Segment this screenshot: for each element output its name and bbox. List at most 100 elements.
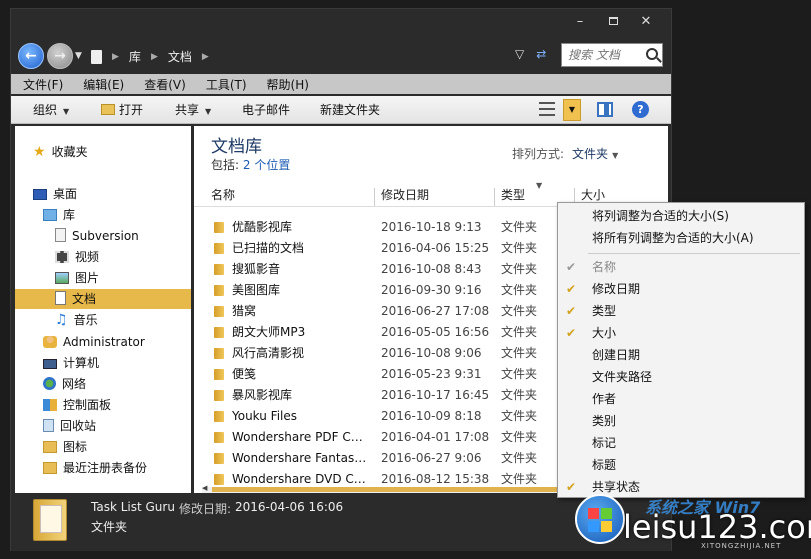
- breadcrumb-separator-icon[interactable]: ▶: [112, 47, 119, 67]
- open-label: 打开: [119, 103, 144, 117]
- file-date: 2016-06-27 9:06: [381, 451, 482, 465]
- nav-label: 图标: [63, 440, 88, 454]
- nav-label: Administrator: [63, 335, 145, 349]
- menu-help[interactable]: 帮助(H): [267, 76, 309, 93]
- view-details-icon[interactable]: [539, 102, 555, 116]
- menu-item-share-status[interactable]: ✔ 共享状态: [558, 476, 804, 498]
- view-options-dropdown[interactable]: ▼: [563, 99, 581, 121]
- file-type: 文件夹: [501, 325, 538, 339]
- menu-item-author[interactable]: 作者: [558, 388, 804, 410]
- history-dropdown-icon[interactable]: ▼: [75, 51, 82, 61]
- nav-subversion[interactable]: Subversion: [15, 226, 191, 246]
- nav-computer[interactable]: 计算机: [15, 353, 191, 373]
- scroll-left-icon[interactable]: ◀: [202, 484, 207, 492]
- checkmark-icon: ✔: [566, 326, 577, 340]
- search-icon[interactable]: [646, 48, 658, 60]
- forward-button[interactable]: →: [47, 43, 73, 69]
- menu-item-label: 将列调整为合适的大小(S): [592, 209, 729, 223]
- details-date-label: 修改日期:: [179, 502, 232, 516]
- address-dropdown-icon[interactable]: ▽: [515, 47, 524, 61]
- column-divider[interactable]: [494, 188, 495, 206]
- file-name: Wondershare DVD Crea...: [232, 472, 370, 486]
- menu-item-label: 将所有列调整为合适的大小(A): [592, 231, 754, 245]
- breadcrumb[interactable]: ▶ 库 ▶ 文档 ▶: [91, 47, 209, 67]
- nav-label: 收藏夹: [51, 145, 88, 159]
- folder-icon: [214, 264, 224, 275]
- menu-item-title[interactable]: 标题: [558, 454, 804, 476]
- library-title: 文档库: [211, 137, 262, 157]
- title-bar[interactable]: – ✕: [11, 9, 671, 37]
- library-locations-link[interactable]: 2 个位置: [243, 158, 290, 172]
- menu-item-folder-path[interactable]: 文件夹路径: [558, 366, 804, 388]
- menu-item-created-date[interactable]: 创建日期: [558, 344, 804, 366]
- nav-videos[interactable]: 视频: [15, 247, 191, 267]
- checkmark-icon: ✔: [566, 282, 577, 296]
- nav-control-panel[interactable]: 控制面板: [15, 395, 191, 415]
- column-header-name[interactable]: 名称: [211, 183, 235, 207]
- maximize-button[interactable]: [600, 13, 626, 31]
- new-folder-button[interactable]: 新建文件夹: [320, 96, 380, 124]
- menu-view[interactable]: 查看(V): [144, 76, 186, 93]
- menu-item-fit-all-columns[interactable]: 将所有列调整为合适的大小(A): [558, 227, 804, 249]
- nav-network[interactable]: 网络: [15, 374, 191, 394]
- nav-desktop[interactable]: 桌面: [15, 184, 191, 204]
- menu-item-tags[interactable]: 标记: [558, 432, 804, 454]
- breadcrumb-separator-icon[interactable]: ▶: [202, 47, 209, 67]
- nav-administrator[interactable]: Administrator: [15, 332, 191, 352]
- close-button[interactable]: ✕: [633, 13, 659, 31]
- back-button[interactable]: ←: [18, 43, 44, 69]
- folder-icon: [214, 369, 224, 380]
- nav-label: 音乐: [73, 313, 98, 327]
- arrange-by[interactable]: 排列方式: 文件夹 ▼: [512, 145, 618, 162]
- music-icon: ♫: [55, 312, 68, 328]
- breadcrumb-item-library[interactable]: 库: [129, 47, 141, 67]
- file-type: 文件夹: [501, 346, 538, 360]
- email-label: 电子邮件: [242, 103, 291, 117]
- help-icon[interactable]: ?: [632, 101, 649, 118]
- menu-item-type[interactable]: ✔ 类型: [558, 300, 804, 322]
- watermark-small-text: XITONGZHIJIA.NET: [701, 542, 782, 550]
- column-header-type[interactable]: 类型: [501, 183, 525, 207]
- nav-documents[interactable]: 文档: [15, 289, 191, 309]
- column-divider[interactable]: [374, 188, 375, 206]
- refresh-icon[interactable]: ⇄: [536, 47, 546, 61]
- column-header-date[interactable]: 修改日期: [381, 183, 429, 207]
- nav-recycle-bin[interactable]: 回收站: [15, 416, 191, 436]
- column-context-menu: 将列调整为合适的大小(S) 将所有列调整为合适的大小(A) ✔ 名称 ✔ 修改日期 …: [557, 202, 805, 498]
- search-box[interactable]: [561, 43, 663, 67]
- nav-library[interactable]: 库: [15, 205, 191, 225]
- menu-item-label: 大小: [592, 326, 617, 340]
- menu-item-fit-column[interactable]: 将列调整为合适的大小(S): [558, 205, 804, 227]
- nav-pictures[interactable]: 图片: [15, 268, 191, 288]
- menu-item-category[interactable]: 类别: [558, 410, 804, 432]
- file-name: 优酷影视库: [232, 220, 293, 234]
- scrollbar-thumb[interactable]: [212, 487, 592, 492]
- email-button[interactable]: 电子邮件: [242, 96, 290, 124]
- share-label: 共享: [175, 103, 200, 117]
- open-button[interactable]: 打开: [101, 96, 143, 124]
- new-folder-label: 新建文件夹: [320, 103, 381, 117]
- search-input[interactable]: [562, 44, 638, 66]
- sort-indicator-icon: ▼: [536, 181, 543, 190]
- arrange-value[interactable]: 文件夹: [572, 147, 608, 161]
- breadcrumb-separator-icon[interactable]: ▶: [151, 47, 158, 67]
- menu-item-modified-date[interactable]: ✔ 修改日期: [558, 278, 804, 300]
- breadcrumb-item-documents[interactable]: 文档: [168, 47, 192, 67]
- checkmark-icon: ✔: [566, 480, 577, 494]
- nav-label: 库: [63, 208, 76, 222]
- menu-item-label: 标记: [592, 436, 617, 450]
- nav-music[interactable]: ♫ 音乐: [15, 310, 191, 330]
- menu-item-size[interactable]: ✔ 大小: [558, 322, 804, 344]
- share-button[interactable]: 共享 ▼: [175, 96, 211, 124]
- minimize-button[interactable]: –: [567, 13, 593, 31]
- arrange-label: 排列方式:: [512, 147, 565, 161]
- nav-registry-backup[interactable]: 最近注册表备份: [15, 458, 191, 478]
- menu-tools[interactable]: 工具(T): [206, 76, 247, 93]
- nav-icons-folder[interactable]: 图标: [15, 437, 191, 457]
- folder-icon: [214, 474, 224, 485]
- menu-edit[interactable]: 编辑(E): [83, 76, 124, 93]
- preview-pane-icon[interactable]: [597, 102, 613, 117]
- menu-file[interactable]: 文件(F): [23, 76, 63, 93]
- organize-button[interactable]: 组织 ▼: [33, 96, 69, 124]
- nav-favorites[interactable]: ★ 收藏夹: [15, 142, 191, 162]
